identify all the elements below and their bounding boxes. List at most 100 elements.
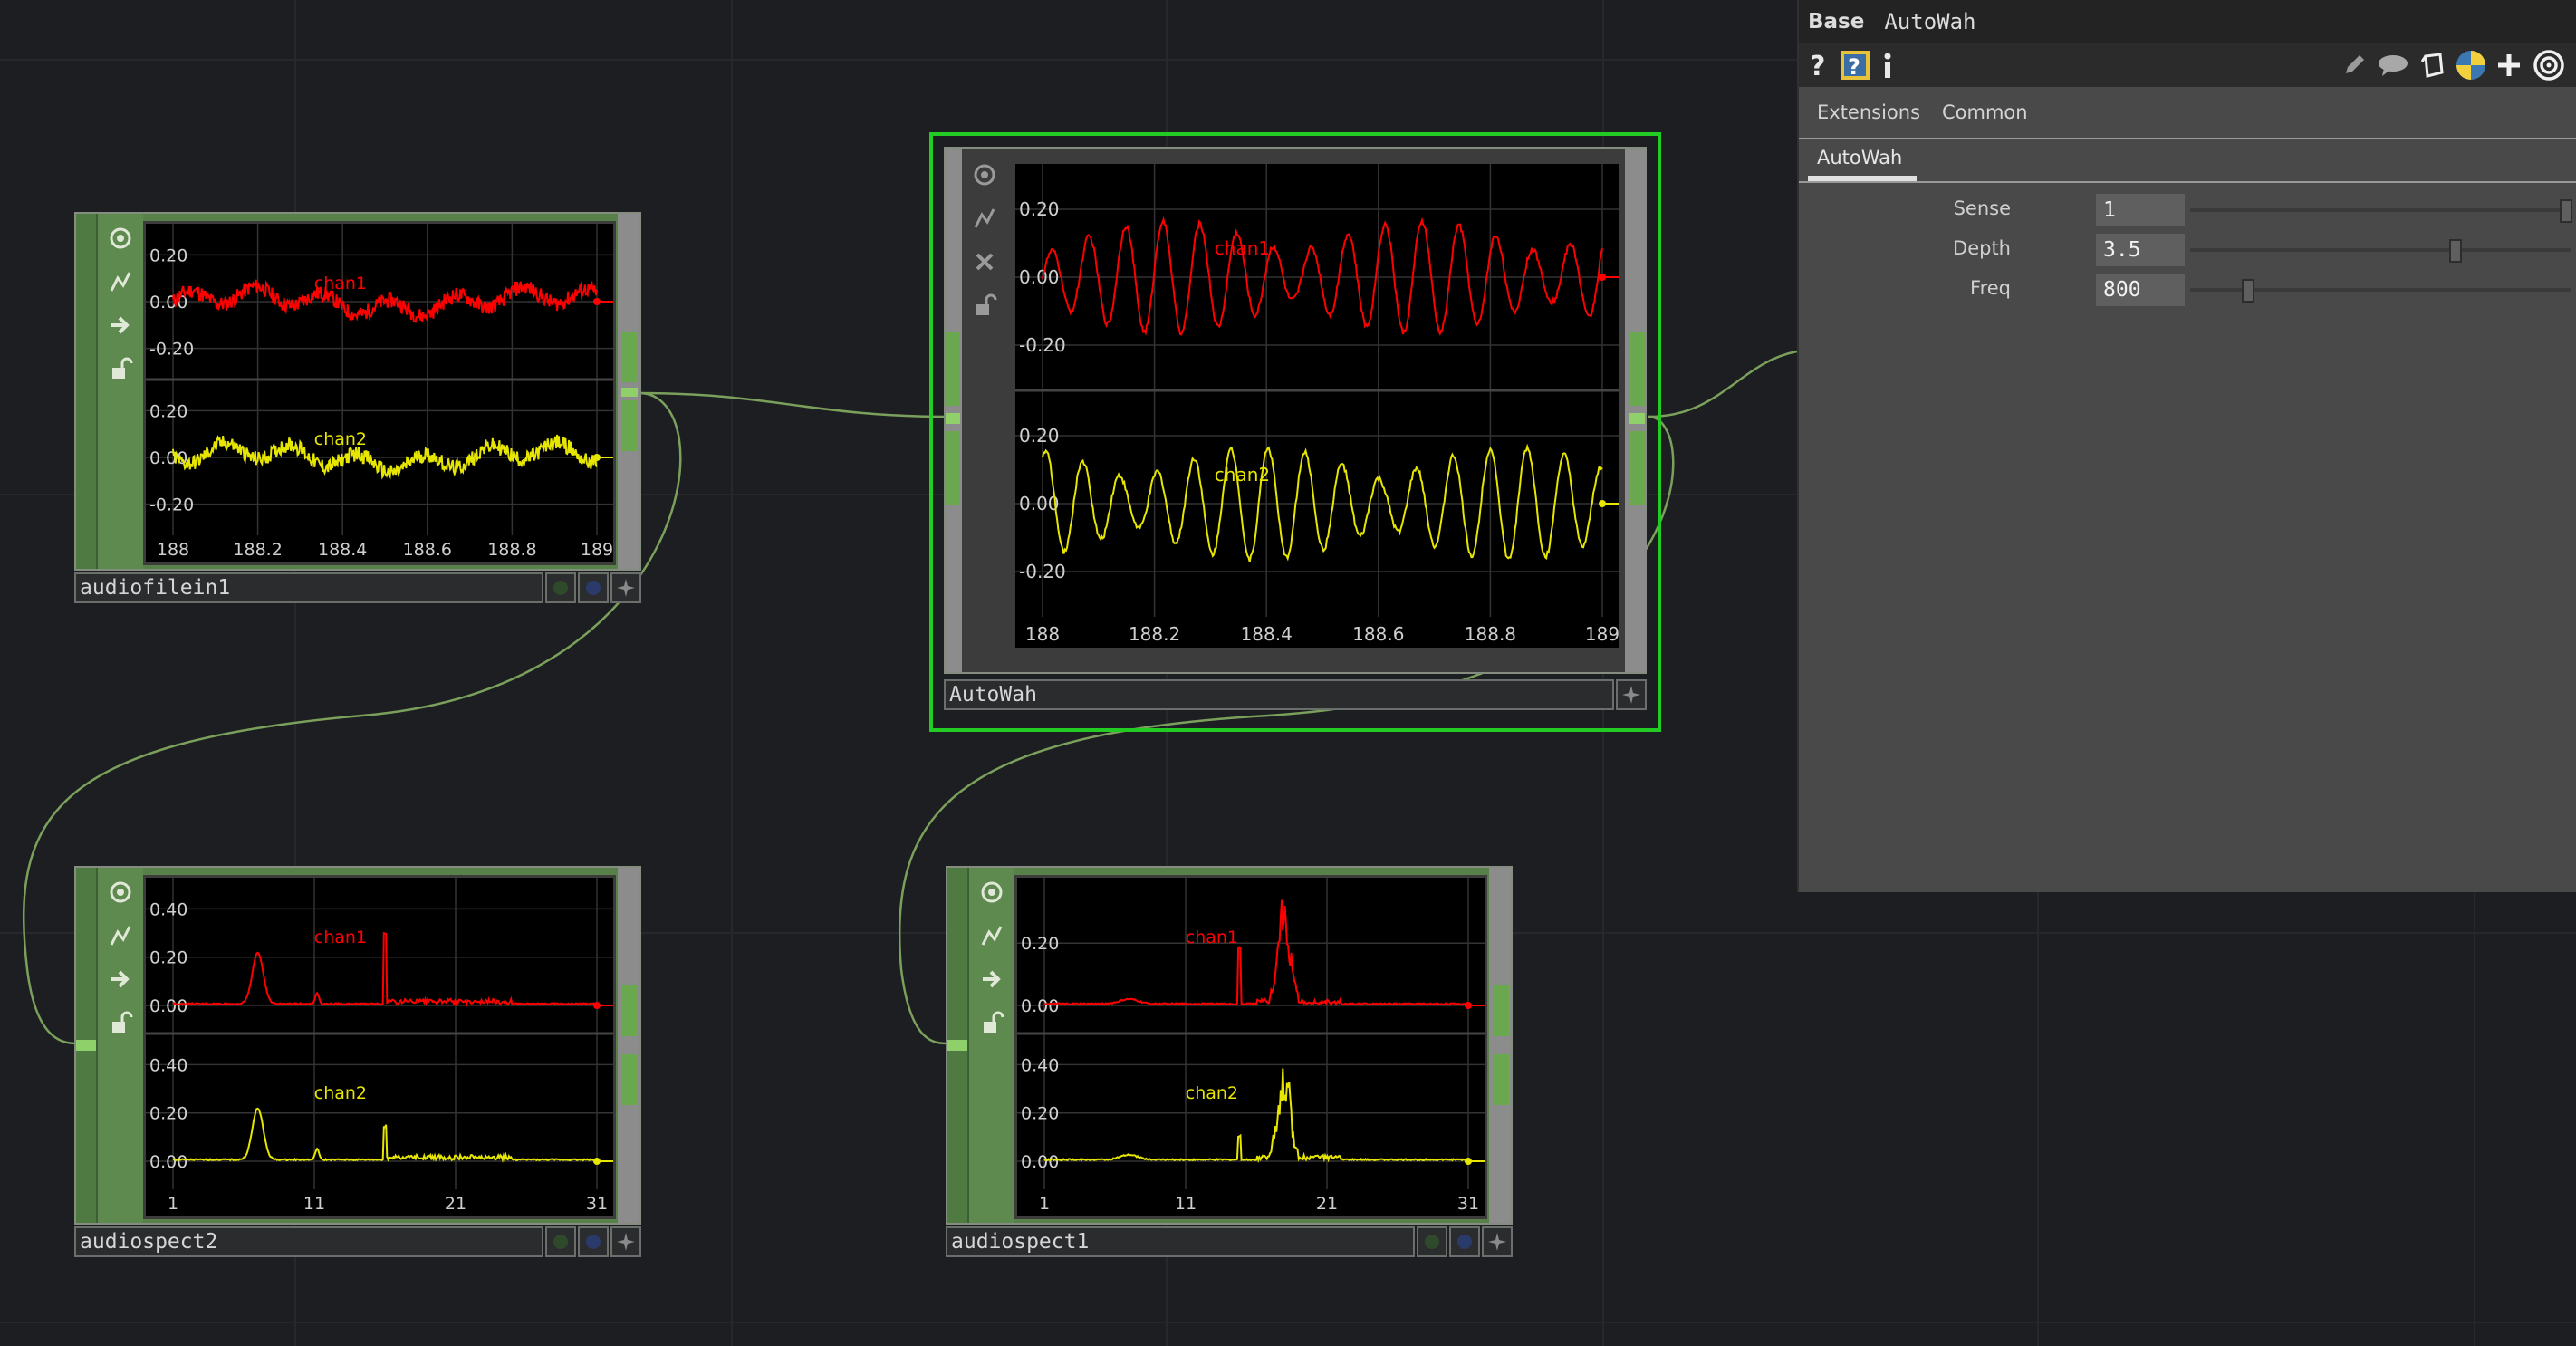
custom-page-tabs: AutoWah — [1799, 138, 2576, 183]
viewer-active-icon[interactable] — [105, 223, 136, 254]
tab-extensions[interactable]: Extensions — [1817, 101, 1920, 123]
pin-flag-icon[interactable] — [610, 1226, 641, 1257]
lock-icon[interactable] — [976, 1007, 1007, 1038]
param-row-freq: Freq 800 — [1799, 272, 2576, 308]
display-icon[interactable] — [105, 266, 136, 297]
param-slider-handle[interactable] — [2242, 279, 2255, 303]
y-tick-label: 0.20 — [1019, 198, 1060, 220]
input-connector-strip[interactable] — [76, 214, 96, 569]
input-port-selected[interactable] — [946, 413, 960, 424]
bypass-flag-icon[interactable] — [545, 572, 576, 603]
python-icon[interactable] — [2455, 49, 2487, 82]
edit-icon[interactable] — [2339, 49, 2369, 82]
node-name-label[interactable]: audiospect1 — [946, 1226, 1415, 1257]
help-icon[interactable]: ? — [1806, 49, 1831, 82]
param-slider-handle[interactable] — [2560, 199, 2572, 223]
comment-icon[interactable] — [2375, 49, 2411, 82]
channel-name-label: chan1 — [314, 274, 367, 293]
x-tick-label: 188.2 — [1129, 623, 1180, 645]
export-icon[interactable] — [976, 964, 1007, 995]
input-connector-strip[interactable] — [946, 149, 962, 672]
param-slider-handle[interactable] — [2448, 239, 2462, 263]
export-icon[interactable] — [105, 310, 136, 341]
node-name-label[interactable]: audiofilein1 — [74, 572, 543, 603]
node-name-label[interactable]: AutoWah — [944, 679, 1614, 710]
pin-flag-icon[interactable] — [1616, 679, 1647, 710]
y-tick-label: 0.00 — [149, 293, 187, 312]
channel-name-label: chan2 — [1215, 464, 1270, 486]
channel-name-label: chan1 — [1186, 928, 1238, 947]
channel-endpoint — [593, 1158, 601, 1166]
export-icon[interactable] — [105, 964, 136, 995]
display-flag-icon[interactable] — [578, 1226, 609, 1257]
y-tick-label: 0.00 — [149, 1152, 187, 1172]
close-icon[interactable] — [969, 246, 1000, 277]
node-audiofilein1[interactable]: 188 188.2 188.4 188.6 188.8 189 0.20 0.00 -0.20 c… — [74, 212, 641, 607]
display-flag-icon[interactable] — [1449, 1226, 1480, 1257]
lock-icon[interactable] — [969, 290, 1000, 321]
parameter-panel[interactable]: Base AutoWah ? ? Extensions Common AutoW… — [1797, 0, 2576, 892]
output-port-chan1[interactable] — [621, 332, 638, 382]
channel-trace — [1043, 899, 1468, 1006]
tab-autowah[interactable]: AutoWah — [1817, 147, 1902, 168]
tab-common[interactable]: Common — [1942, 101, 2028, 123]
bypass-flag-icon[interactable] — [1417, 1226, 1447, 1257]
param-value-field[interactable]: 1 — [2096, 194, 2185, 226]
channel-name-label: chan2 — [314, 429, 367, 449]
viewer-active-icon[interactable] — [969, 159, 1000, 190]
y-tick-label: 0.20 — [149, 245, 187, 265]
pin-flag-icon[interactable] — [1482, 1226, 1513, 1257]
channel-endpoint — [1599, 274, 1606, 281]
op-name-field[interactable]: AutoWah — [1884, 9, 1975, 34]
node-name-label[interactable]: audiospect2 — [74, 1226, 543, 1257]
add-icon[interactable] — [2493, 49, 2525, 82]
output-port-chan2[interactable] — [1629, 431, 1645, 505]
lock-icon[interactable] — [105, 353, 136, 384]
output-port-selected[interactable] — [1629, 413, 1645, 424]
node-audiospect1[interactable]: 1 11 21 31 0.20 0.00 chan1 0.40 0.20 0.00 chan2 au… — [946, 866, 1513, 1261]
param-value-field[interactable]: 800 — [2096, 274, 2185, 306]
output-port-chan2[interactable] — [621, 1054, 638, 1105]
y-tick-label: 0.00 — [1019, 493, 1060, 514]
input-port-chan1[interactable] — [946, 332, 960, 406]
output-port-selected[interactable] — [621, 388, 638, 397]
x-tick-label: 21 — [1316, 1194, 1338, 1214]
param-row-sense: Sense 1 — [1799, 192, 2576, 228]
lock-icon[interactable] — [105, 1007, 136, 1038]
channel-name-label: chan2 — [1186, 1083, 1238, 1103]
input-port[interactable] — [76, 1040, 96, 1051]
display-icon[interactable] — [969, 203, 1000, 234]
param-slider-track[interactable] — [2190, 208, 2571, 212]
svg-text:?: ? — [1848, 54, 1860, 80]
python-help-icon[interactable]: ? — [1839, 49, 1871, 82]
input-port[interactable] — [947, 1040, 967, 1051]
x-tick-label: 189 — [581, 540, 613, 560]
output-port-chan2[interactable] — [621, 400, 638, 451]
spectrum-viewer: 1 11 21 310.400.200.00chan10.400.200.00chan… — [146, 878, 613, 1214]
y-tick-label: -0.20 — [149, 495, 194, 515]
channel-name-label: chan1 — [314, 928, 367, 947]
pin-flag-icon[interactable] — [610, 572, 641, 603]
display-flag-icon[interactable] — [578, 572, 609, 603]
param-slider-track[interactable] — [2190, 248, 2571, 252]
viewer-active-icon[interactable] — [976, 877, 1007, 908]
channel-endpoint — [1465, 1158, 1472, 1166]
display-icon[interactable] — [105, 920, 136, 951]
bypass-flag-icon[interactable] — [545, 1226, 576, 1257]
info-icon[interactable] — [1879, 49, 1897, 82]
node-audiospect2[interactable]: 1 11 21 31 0.40 0.20 0.00 chan1 0.40 0.20 0.00 chan… — [74, 866, 641, 1261]
output-port-chan1[interactable] — [621, 985, 638, 1036]
y-tick-label: 0.40 — [1021, 1055, 1059, 1075]
target-icon[interactable] — [2531, 49, 2567, 82]
x-tick-label: 188.8 — [1465, 623, 1516, 645]
display-icon[interactable] — [976, 920, 1007, 951]
output-port-chan1[interactable] — [1629, 332, 1645, 406]
output-port-chan2[interactable] — [1493, 1054, 1509, 1105]
output-port-chan1[interactable] — [1493, 985, 1509, 1036]
node-autowah[interactable]: 188 188.2 188.4 188.6 188.8 189 0.20 0.00 -0.20 c… — [929, 132, 1661, 732]
input-port-chan2[interactable] — [946, 431, 960, 505]
y-tick-label: 0.20 — [1021, 1104, 1059, 1124]
viewer-active-icon[interactable] — [105, 877, 136, 908]
param-value-field[interactable]: 3.5 — [2096, 234, 2185, 266]
clone-icon[interactable] — [2417, 49, 2449, 82]
